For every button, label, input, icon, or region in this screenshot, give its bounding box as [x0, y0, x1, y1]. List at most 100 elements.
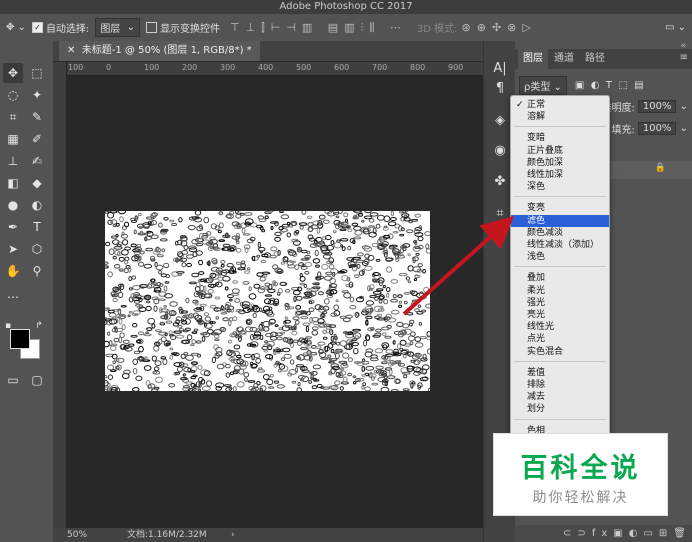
brush-tool-icon[interactable]: ✐ — [27, 129, 47, 149]
watermark-logo: 百科全说 助你轻松解决 — [493, 433, 668, 516]
more-tools-icon[interactable]: ⋯ — [3, 287, 23, 307]
paragraph-panel-icon[interactable]: ¶ — [490, 81, 510, 99]
noise-speck — [226, 263, 234, 268]
healing-brush-icon[interactable]: ▦ — [3, 129, 23, 149]
3d-tool-buttons[interactable]: ⊛⊕✣⊗▷ — [462, 21, 537, 34]
layers-panel-icon[interactable]: ◈ — [490, 113, 510, 131]
trash-icon[interactable]: 🗑 — [673, 528, 692, 539]
blend-mode-item[interactable]: 颜色加深 — [511, 157, 609, 169]
filter-type-icon[interactable]: T — [606, 80, 612, 91]
filter-pixel-icon[interactable]: ▣ — [575, 80, 584, 91]
blend-mode-item[interactable]: 差值 — [511, 367, 609, 379]
tab-layers[interactable]: 图层 — [518, 49, 548, 69]
noise-speck — [309, 316, 313, 324]
document-info: 文档:1.16M/2.32M — [127, 530, 207, 540]
blend-mode-item[interactable]: 正片叠底 — [511, 145, 609, 157]
blend-mode-item[interactable]: 线性加深 — [511, 169, 609, 181]
noise-image[interactable] — [105, 211, 430, 391]
libraries-panel-icon[interactable]: ✤ — [490, 174, 510, 192]
crop-tool-icon[interactable]: ⌗ — [3, 107, 23, 127]
path-select-icon[interactable]: ➤ — [3, 239, 23, 259]
blend-mode-item[interactable]: ✓ 正常 — [511, 99, 609, 111]
noise-speck — [321, 263, 329, 270]
noise-speck — [191, 272, 200, 278]
zoom-level[interactable]: 50% — [67, 528, 87, 542]
document-tab[interactable]: ✕ 未标题-1 @ 50% (图层 1, RGB/8*) * — [59, 41, 260, 61]
blend-mode-item[interactable]: 变暗 — [511, 132, 609, 144]
noise-speck — [425, 243, 430, 250]
noise-speck — [233, 344, 241, 350]
blend-mode-item[interactable]: 柔光 — [511, 285, 609, 297]
blend-mode-item[interactable]: 亮光 — [511, 309, 609, 321]
blend-mode-item[interactable]: 减去 — [511, 391, 609, 403]
blend-mode-item[interactable]: 强光 — [511, 297, 609, 309]
edit-toolbar-icon[interactable]: ▭ — [3, 370, 23, 390]
type-tool-icon[interactable]: T — [27, 217, 47, 237]
filter-smart-icon[interactable]: ▤ — [634, 80, 643, 91]
layer-filter-dropdown[interactable]: ρ类型 ⌄ — [519, 75, 567, 95]
crop-panel-icon[interactable]: ⌗ — [490, 206, 510, 224]
auto-select-checkbox[interactable]: ✓ 自动选择: — [31, 20, 89, 35]
zoom-tool-icon[interactable]: ⚲ — [27, 261, 47, 281]
noise-speck — [398, 272, 408, 277]
properties-panel-icon[interactable]: ◉ — [490, 143, 510, 161]
lasso-tool-icon[interactable]: ◌ — [3, 85, 23, 105]
noise-speck — [225, 372, 231, 378]
magic-wand-icon[interactable]: ✦ — [27, 85, 47, 105]
group-icon[interactable]: ▭ — [643, 528, 658, 539]
align-buttons[interactable]: ⊤⊥⫿⊢⊣▥ ▤▥⫶⫼ ⋯ — [230, 21, 407, 35]
noise-speck — [235, 213, 242, 219]
marquee-tool-icon[interactable]: ⬚ — [27, 63, 47, 83]
blend-mode-item[interactable]: 点光 — [511, 333, 609, 345]
paint-bucket-icon[interactable]: ◆ — [27, 173, 47, 193]
auto-select-target-dropdown[interactable]: 图层 ⌄ — [95, 18, 141, 37]
foreground-color-swatch[interactable] — [10, 329, 30, 349]
blur-tool-icon[interactable]: ● — [3, 195, 23, 215]
link-layers-icon[interactable]: ⊂⊃ — [563, 528, 592, 539]
mask-icon[interactable]: ▣ — [613, 528, 628, 539]
tab-paths[interactable]: 路径 — [580, 49, 610, 69]
tab-channels[interactable]: 通道 — [549, 49, 579, 69]
move-tool-icon[interactable]: ✥ — [3, 63, 23, 83]
blend-mode-item[interactable]: 线性减淡（添加） — [511, 239, 609, 251]
show-transform-checkbox[interactable]: 显示变换控件 — [146, 20, 220, 35]
fx-icon[interactable]: fx — [592, 528, 613, 539]
blend-mode-item[interactable]: 排除 — [511, 379, 609, 391]
noise-speck — [364, 265, 373, 271]
default-colors-icon[interactable]: ▪ — [3, 321, 13, 331]
blend-mode-item[interactable]: 线性光 — [511, 321, 609, 333]
panel-menu-icon[interactable]: ≡ — [680, 52, 688, 63]
blend-mode-item[interactable]: 颜色减淡 — [511, 227, 609, 239]
filter-shape-icon[interactable]: ⬚ — [618, 80, 627, 91]
eraser-icon[interactable]: ◧ — [3, 173, 23, 193]
noise-speck — [190, 376, 196, 380]
screen-mode-icon[interactable]: ▢ — [27, 370, 47, 390]
clone-stamp-icon[interactable]: ⊥ — [3, 151, 23, 171]
adjustment-icon[interactable]: ◐ — [629, 528, 644, 539]
blend-mode-item[interactable]: 叠加 — [511, 272, 609, 284]
blend-mode-item[interactable]: 深色 — [511, 181, 609, 193]
swap-colors-icon[interactable]: ↱ — [34, 321, 44, 331]
blend-mode-item[interactable]: 浅色 — [511, 251, 609, 263]
status-arrow-icon[interactable]: › — [231, 528, 235, 542]
blend-mode-item[interactable]: 划分 — [511, 403, 609, 415]
hand-tool-icon[interactable]: ✋ — [3, 261, 23, 281]
blend-mode-item[interactable]: 滤色 — [511, 214, 609, 227]
filter-adjust-icon[interactable]: ◐ — [591, 80, 600, 91]
blend-mode-item[interactable]: 实色混合 — [511, 346, 609, 358]
blend-mode-item[interactable]: 变亮 — [511, 202, 609, 214]
fill-input[interactable]: 100% — [637, 122, 677, 135]
move-tool-icon[interactable]: ✥ ⌄ — [6, 22, 26, 33]
new-layer-icon[interactable]: ⊞ — [659, 528, 673, 539]
panel-menu-icon[interactable]: ▭ ⌄ — [665, 22, 686, 33]
eyedropper-icon[interactable]: ✎ — [27, 107, 47, 127]
shape-tool-icon[interactable]: ⬡ — [27, 239, 47, 259]
character-panel-icon[interactable]: A| — [490, 61, 510, 79]
blend-mode-item[interactable]: 溶解 — [511, 111, 609, 123]
noise-speck — [127, 266, 132, 273]
opacity-input[interactable]: 100% — [637, 100, 677, 113]
history-brush-icon[interactable]: ✍ — [27, 151, 47, 171]
dodge-tool-icon[interactable]: ◐ — [27, 195, 47, 215]
pen-tool-icon[interactable]: ✒ — [3, 217, 23, 237]
close-icon[interactable]: ✕ — [67, 45, 75, 56]
